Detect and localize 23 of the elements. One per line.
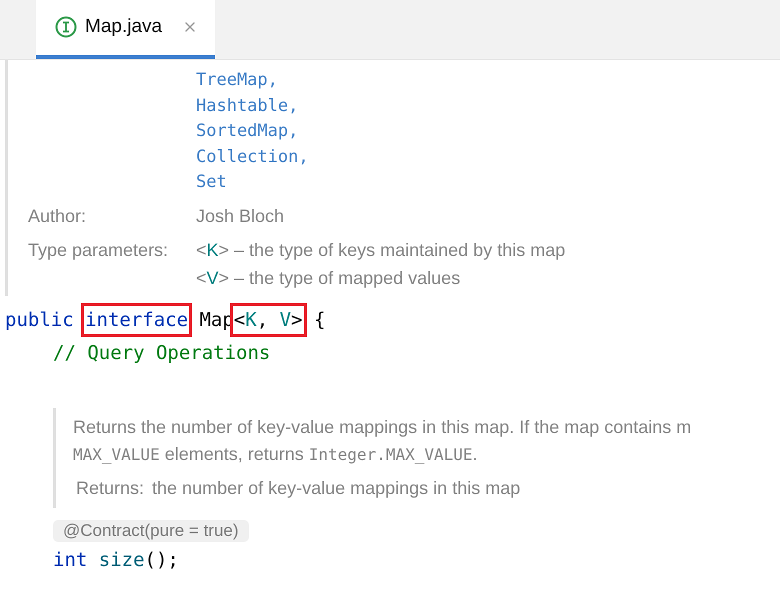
doc-link[interactable]: Hashtable, [196,94,775,119]
code-token: interface [85,306,188,334]
doc-field-label: Author: [28,204,88,228]
annotation-tag: @Contract(pure = true) [53,520,249,542]
code-token: <K, V> [234,306,302,334]
doc-field-label: Type parameters: [28,238,170,262]
file-type-icon [55,16,77,38]
doc-field-value: <V> – the type of mapped values [196,266,462,290]
returns-text: the number of key-value mappings in this map [152,476,520,500]
doc-link[interactable]: TreeMap, [196,68,775,94]
doc-link[interactable]: Collection, [196,144,775,170]
doc-field-value: Josh Bloch [196,204,284,228]
tab-label: Map.java [85,14,162,39]
code-token: { [312,308,326,333]
doc-paragraph: Returns the number of key-value mappings in this map. If the map contains m MAX_VALUE elements, returns Integer.MAX_VALUE. [73,416,692,466]
code-token: public [5,308,75,333]
doc-field-value: <K> – the type of keys maintained by this map [196,238,566,262]
editor-tab[interactable]: Map.java [36,0,215,59]
returns-label: Returns: [76,476,144,500]
doc-link[interactable]: SortedMap, [196,119,775,144]
doc-link[interactable]: Set [196,170,775,196]
code-token: // Query Operations [53,340,270,366]
code-token: int size(); [53,548,179,573]
